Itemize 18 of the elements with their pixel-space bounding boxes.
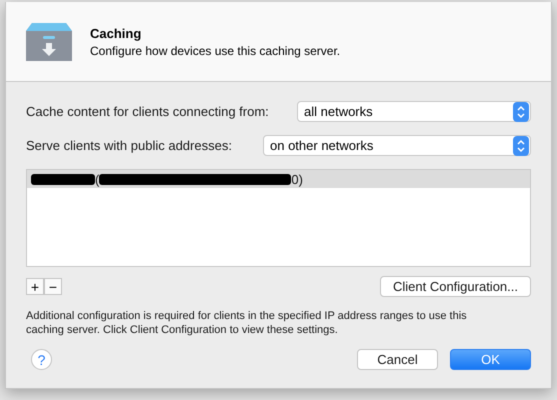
help-button[interactable]: ? <box>31 349 52 370</box>
setting-label: Cache content for clients connecting from: <box>26 104 269 119</box>
row-text: ( <box>95 172 100 186</box>
note-text: Additional configuration is required for clients in the specified IP address ranges to use this caching server. Click Client Configuration to view these settings. <box>26 309 468 337</box>
popup-menu[interactable]: on other networks <box>263 135 531 156</box>
dialog-title: Caching <box>90 26 142 40</box>
row-text: 0) <box>291 172 303 186</box>
list-row[interactable]: ( 0) <box>27 170 530 188</box>
setting-label: Serve clients with public addresses: <box>26 138 232 153</box>
dialog-subtitle: Configure how devices use this caching server. <box>90 44 340 58</box>
list-button[interactable]: − <box>44 278 62 295</box>
cancel-button[interactable]: Cancel <box>357 349 438 370</box>
updown-icon <box>513 136 529 156</box>
updown-icon <box>513 102 529 122</box>
drawer-icon <box>26 22 72 60</box>
popup-menu[interactable]: all networks <box>297 101 531 122</box>
client-configuration-button[interactable]: Client Configuration... <box>380 276 531 297</box>
list-button[interactable]: + <box>26 278 44 295</box>
